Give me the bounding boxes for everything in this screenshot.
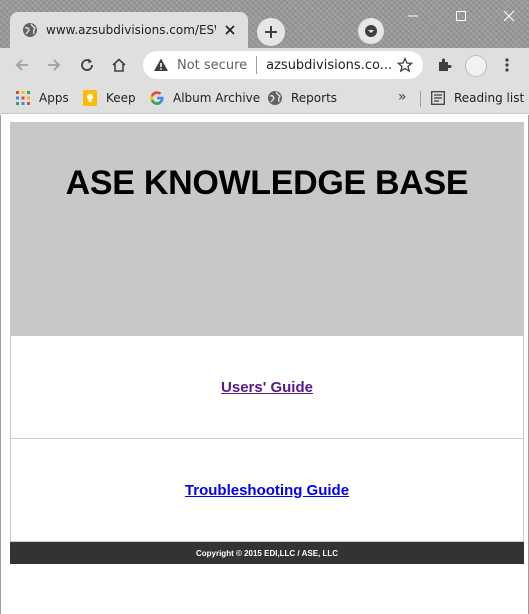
bookmark-label: Apps <box>39 91 69 105</box>
back-button[interactable] <box>11 54 33 76</box>
arrow-right-icon <box>48 59 61 71</box>
apps-grid-icon <box>15 90 31 106</box>
reload-button[interactable] <box>76 54 98 76</box>
maximize-icon <box>456 11 466 21</box>
close-window-button[interactable] <box>499 6 519 26</box>
star-icon[interactable] <box>396 56 414 73</box>
security-label[interactable]: Not secure <box>177 58 247 73</box>
arrow-left-icon <box>15 59 28 71</box>
chevron-down-icon <box>365 25 377 37</box>
bookmark-label: Album Archive <box>173 91 261 105</box>
bookmarks-divider <box>420 91 421 107</box>
bookmark-keep[interactable]: Keep <box>82 89 136 107</box>
more-menu-icon[interactable] <box>497 55 517 75</box>
maximize-button[interactable] <box>451 6 471 26</box>
close-icon <box>503 10 515 22</box>
home-button[interactable] <box>108 54 130 76</box>
bookmarks-bar: Apps Keep Album Archive Reports » Readin… <box>0 82 529 114</box>
profile-avatar[interactable] <box>465 55 487 77</box>
forward-button[interactable] <box>43 54 65 76</box>
browser-tab[interactable]: www.azsubdivisions.com/ESW/FH <box>10 12 248 48</box>
users-guide-link[interactable]: Users' Guide <box>221 379 313 396</box>
address-bar[interactable]: Not secure azsubdivisions.co... <box>143 51 423 79</box>
page-content: ASE KNOWLEDGE BASE Users' Guide Troubles… <box>0 115 529 614</box>
page-title: ASE KNOWLEDGE BASE <box>65 164 469 202</box>
header-banner: ASE KNOWLEDGE BASE <box>10 122 524 335</box>
google-icon <box>149 90 165 106</box>
bookmark-label: Reports <box>291 91 338 105</box>
url-text[interactable]: azsubdivisions.co... <box>266 58 391 73</box>
troubleshooting-guide-panel: Troubleshooting Guide <box>10 438 524 542</box>
reading-list-label: Reading list <box>454 91 525 105</box>
keep-icon <box>82 90 98 106</box>
bookmark-reports[interactable]: Reports <box>267 89 337 107</box>
bookmarks-overflow-button[interactable]: » <box>398 89 407 105</box>
plus-icon <box>265 26 277 38</box>
minimize-button[interactable] <box>403 6 423 26</box>
reading-list-button[interactable]: Reading list <box>430 89 524 107</box>
title-bar: www.azsubdivisions.com/ESW/FH <box>0 0 529 48</box>
close-tab-icon[interactable] <box>222 22 238 38</box>
warning-icon[interactable] <box>153 57 169 73</box>
extensions-icon[interactable] <box>434 55 454 75</box>
reading-list-icon <box>430 90 446 106</box>
users-guide-panel: Users' Guide <box>10 335 524 439</box>
bookmark-album-archive[interactable]: Album Archive <box>149 89 260 107</box>
tab-search-button[interactable] <box>358 18 384 44</box>
reload-icon <box>81 58 93 71</box>
globe-icon <box>267 90 283 106</box>
copyright-text: Copyright © 2015 EDI,LLC / ASE, LLC <box>195 548 339 558</box>
browser-toolbar: Not secure azsubdivisions.co... <box>0 48 529 82</box>
home-icon <box>112 58 126 72</box>
troubleshooting-guide-link[interactable]: Troubleshooting Guide <box>185 482 349 499</box>
tab-title: www.azsubdivisions.com/ESW/FH <box>46 23 216 37</box>
footer: Copyright © 2015 EDI,LLC / ASE, LLC <box>10 542 524 564</box>
new-tab-button[interactable] <box>257 18 285 46</box>
globe-icon <box>22 22 38 38</box>
bookmark-apps[interactable]: Apps <box>15 89 69 107</box>
omnibox-divider <box>256 56 258 74</box>
minimize-icon <box>408 15 418 17</box>
bookmark-label: Keep <box>106 91 136 105</box>
